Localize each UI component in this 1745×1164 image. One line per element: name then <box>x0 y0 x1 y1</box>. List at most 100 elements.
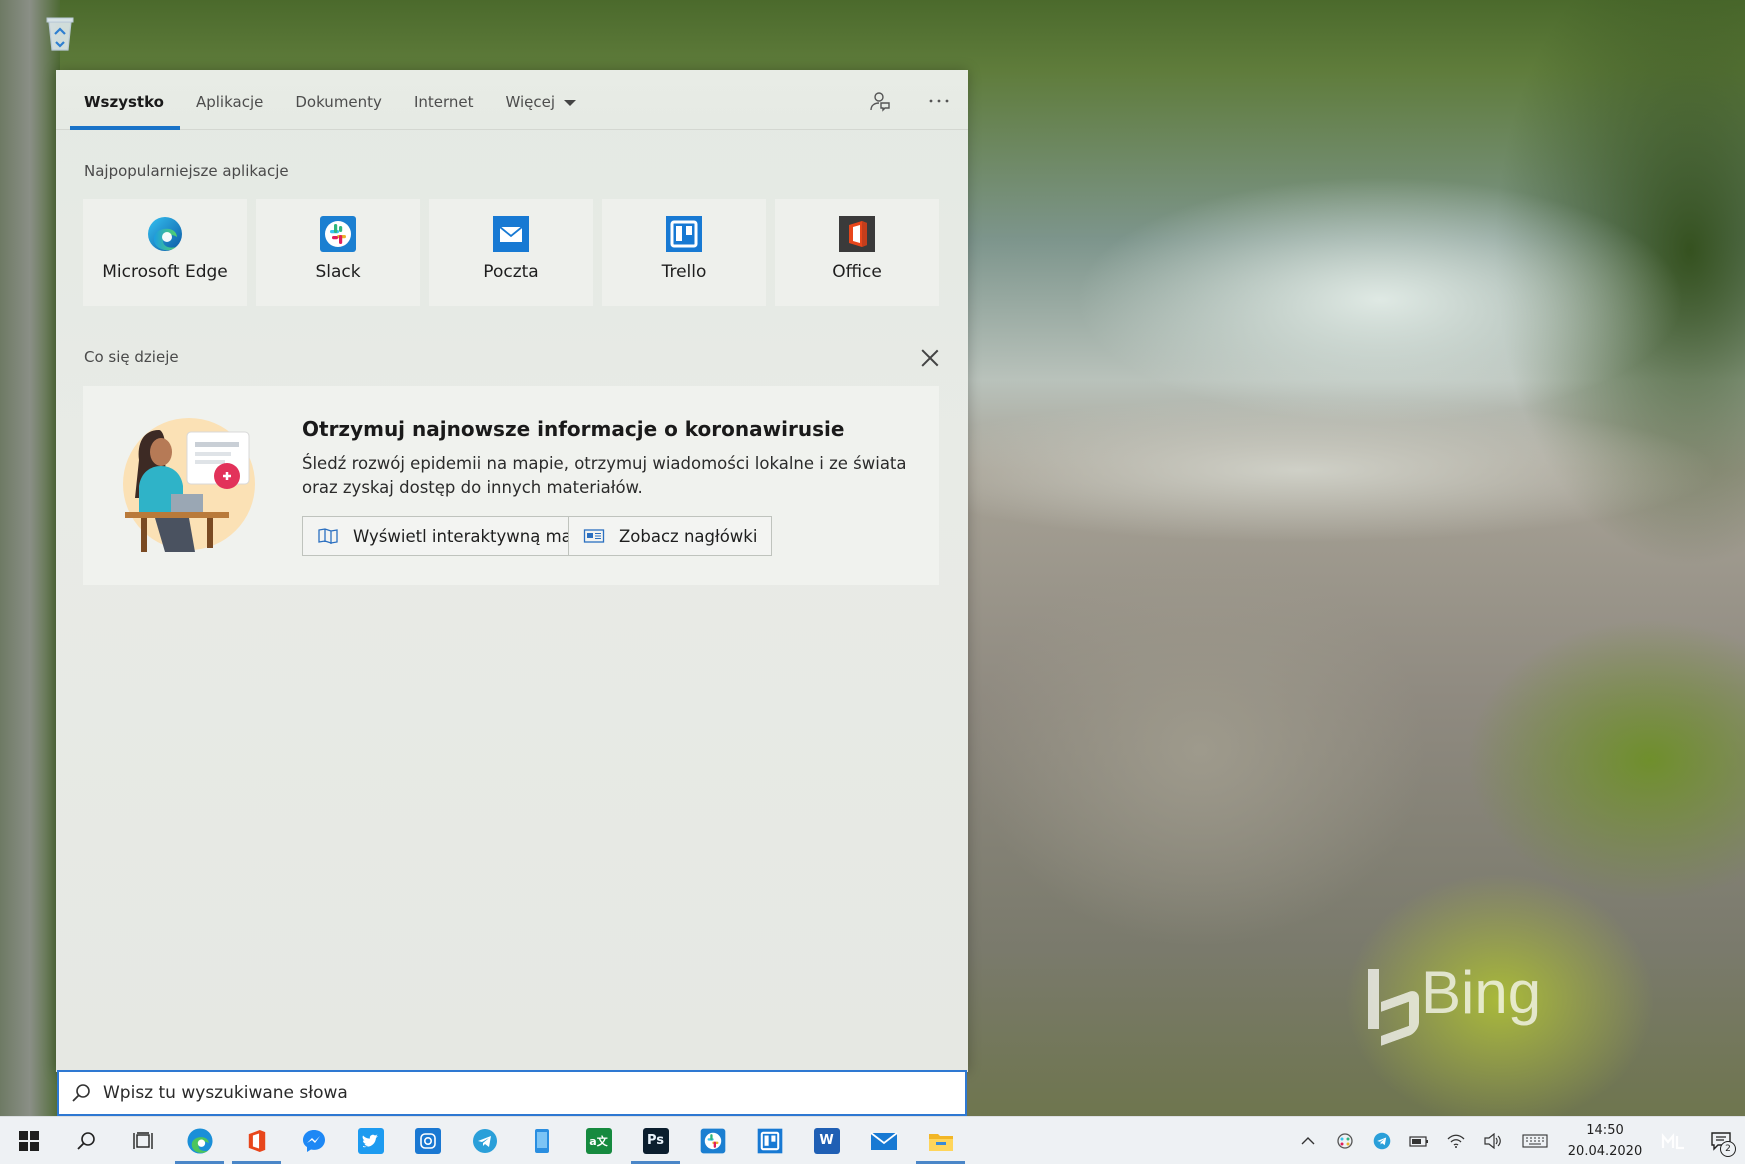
taskbar-edge[interactable] <box>171 1117 228 1164</box>
top-apps-heading: Najpopularniejsze aplikacje <box>84 162 289 180</box>
app-tile-label: Trello <box>661 262 707 282</box>
translator-icon: a文 <box>585 1127 612 1154</box>
search-input[interactable] <box>101 1082 965 1104</box>
tab-all[interactable]: Wszystko <box>68 88 180 130</box>
office-icon <box>839 216 875 252</box>
taskbar-word[interactable]: W <box>798 1117 855 1164</box>
feedback-icon[interactable] <box>866 88 892 114</box>
app-tile-label: Slack <box>315 262 361 282</box>
taskbar-search-button[interactable] <box>57 1117 114 1164</box>
search-bar <box>57 1070 967 1116</box>
app-tile-trello[interactable]: Trello <box>602 199 766 306</box>
top-apps-grid: Microsoft Edge Slack Poczta Trello Offic… <box>83 199 939 306</box>
tab-more[interactable]: Więcej <box>490 88 593 129</box>
search-icon <box>76 1131 95 1150</box>
wifi-icon[interactable] <box>1437 1117 1474 1164</box>
bing-watermark: Bing <box>1368 958 1542 1029</box>
close-icon[interactable] <box>920 348 940 368</box>
notification-count-badge: 2 <box>1720 1141 1736 1157</box>
tab-documents[interactable]: Dokumenty <box>279 88 398 129</box>
app-tile-office[interactable]: Office <box>775 199 939 306</box>
taskbar-trello[interactable] <box>741 1117 798 1164</box>
view-map-button[interactable]: Wyświetl interaktywną mapę <box>302 516 608 556</box>
tab-label: Więcej <box>505 93 556 111</box>
news-icon <box>583 529 605 543</box>
mail-icon <box>869 1131 898 1150</box>
twitter-icon <box>357 1127 384 1154</box>
taskbar-file-explorer[interactable] <box>912 1117 969 1164</box>
phone-icon <box>534 1128 549 1153</box>
app-tile-label: Microsoft Edge <box>102 262 228 282</box>
meet-now-icon[interactable] <box>1651 1117 1697 1164</box>
clock-date: 20.04.2020 <box>1567 1143 1643 1159</box>
bing-wordmark: Bing <box>1421 959 1542 1026</box>
task-view-icon <box>132 1131 153 1149</box>
edge-icon <box>148 217 182 251</box>
slack-icon <box>700 1128 725 1153</box>
office-icon <box>248 1129 265 1152</box>
taskbar-mail[interactable] <box>855 1117 912 1164</box>
start-icon <box>18 1130 39 1151</box>
start-button[interactable] <box>0 1117 57 1164</box>
taskbar-messenger[interactable] <box>285 1117 342 1164</box>
telegram-tray-icon[interactable] <box>1363 1117 1400 1164</box>
taskbar-twitter[interactable] <box>342 1117 399 1164</box>
action-center-icon[interactable]: 2 <box>1697 1117 1745 1164</box>
battery-icon[interactable] <box>1400 1117 1437 1164</box>
map-icon <box>318 528 338 544</box>
news-card-title: Otrzymuj najnowsze informacje o koronawi… <box>302 417 845 441</box>
instagram-icon <box>414 1127 441 1154</box>
tab-web[interactable]: Internet <box>398 88 490 129</box>
taskbar-photoshop[interactable]: Ps <box>627 1117 684 1164</box>
search-scope-tabs: Wszystko Aplikacje Dokumenty Internet Wi… <box>56 70 968 130</box>
keyboard-icon[interactable] <box>1511 1117 1559 1164</box>
clock[interactable]: 14:50 20.04.2020 <box>1559 1120 1651 1162</box>
app-tile-mail[interactable]: Poczta <box>429 199 593 306</box>
search-icon <box>72 1084 90 1102</box>
recycle-bin-icon[interactable] <box>34 6 86 58</box>
tab-apps[interactable]: Aplikacje <box>180 88 279 129</box>
more-options-icon[interactable] <box>926 88 952 114</box>
view-headlines-label: Zobacz nagłówki <box>619 526 758 546</box>
task-view-button[interactable] <box>114 1117 171 1164</box>
app-tile-edge[interactable]: Microsoft Edge <box>83 199 247 306</box>
taskbar-telegram[interactable] <box>456 1117 513 1164</box>
tab-label: Dokumenty <box>295 93 382 111</box>
view-map-label: Wyświetl interaktywną mapę <box>353 526 593 546</box>
view-headlines-button[interactable]: Zobacz nagłówki <box>568 516 773 556</box>
trello-icon <box>666 216 702 252</box>
taskbar: a文 Ps W 14:50 20.04.2020 2 <box>0 1116 1745 1164</box>
app-tile-slack[interactable]: Slack <box>256 199 420 306</box>
taskbar-office[interactable] <box>228 1117 285 1164</box>
taskbar-instagram[interactable] <box>399 1117 456 1164</box>
tab-label: Internet <box>413 93 474 111</box>
clock-time: 14:50 <box>1586 1122 1624 1138</box>
taskbar-slack[interactable] <box>684 1117 741 1164</box>
system-tray: 14:50 20.04.2020 2 <box>1289 1117 1745 1164</box>
word-icon: W <box>813 1127 840 1154</box>
coronavirus-info-illustration <box>123 418 255 552</box>
app-tile-label: Office <box>832 262 882 282</box>
search-panel: Wszystko Aplikacje Dokumenty Internet Wi… <box>56 70 968 1116</box>
slack-tray-icon[interactable] <box>1326 1117 1363 1164</box>
telegram-icon <box>472 1128 497 1153</box>
tab-label: Aplikacje <box>195 93 264 111</box>
tab-label: Wszystko <box>84 93 164 111</box>
bing-logo-icon <box>1368 968 1409 1029</box>
app-tile-label: Poczta <box>483 262 539 282</box>
news-card: Otrzymuj najnowsze informacje o koronawi… <box>83 386 939 585</box>
news-heading: Co się dzieje <box>84 348 179 366</box>
chevron-down-icon <box>564 100 577 106</box>
trello-icon <box>757 1128 782 1153</box>
slack-icon <box>320 216 356 252</box>
photoshop-icon: Ps <box>642 1127 669 1154</box>
messenger-icon <box>302 1129 325 1152</box>
file-explorer-icon <box>928 1133 953 1151</box>
chevron-up-icon[interactable] <box>1289 1117 1326 1164</box>
news-card-text: Śledź rozwój epidemii na mapie, otrzymuj… <box>302 454 907 497</box>
mail-icon <box>493 216 529 252</box>
taskbar-translator[interactable]: a文 <box>570 1117 627 1164</box>
volume-icon[interactable] <box>1474 1117 1511 1164</box>
taskbar-phone[interactable] <box>513 1117 570 1164</box>
edge-icon <box>186 1127 213 1154</box>
